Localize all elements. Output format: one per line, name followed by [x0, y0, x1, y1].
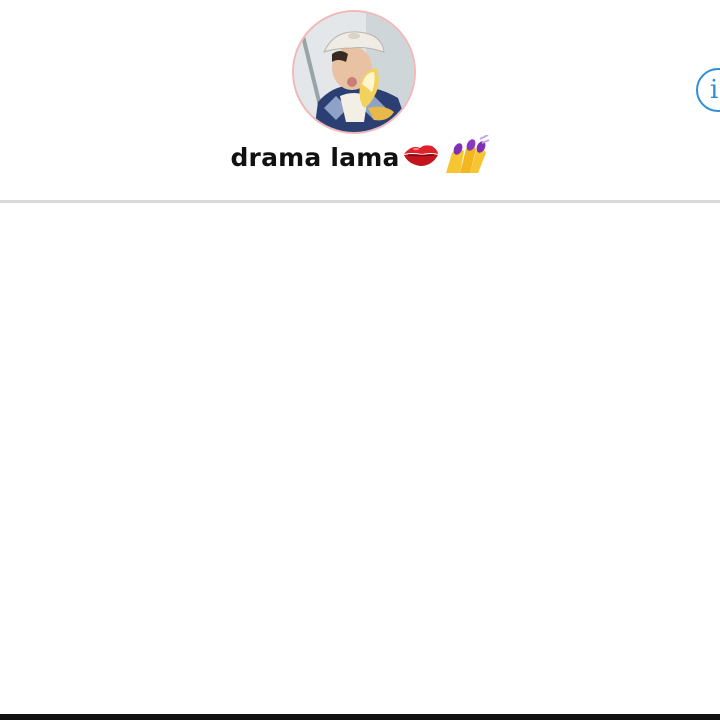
info-icon: i: [710, 75, 719, 105]
nail-polish-icon: [442, 134, 490, 179]
kiss-mark-icon: [402, 140, 440, 174]
chat-header: drama lama i: [0, 0, 720, 202]
chat-title-row: drama lama: [0, 134, 720, 179]
chat-title: drama lama: [230, 142, 400, 172]
conversation-area[interactable]: [0, 203, 720, 714]
info-button[interactable]: i: [696, 68, 720, 112]
avatar[interactable]: [292, 10, 416, 134]
avatar-photo: [294, 12, 414, 132]
chat-screen: drama lama i: [0, 0, 720, 720]
bottom-edge-bar: [0, 714, 720, 720]
